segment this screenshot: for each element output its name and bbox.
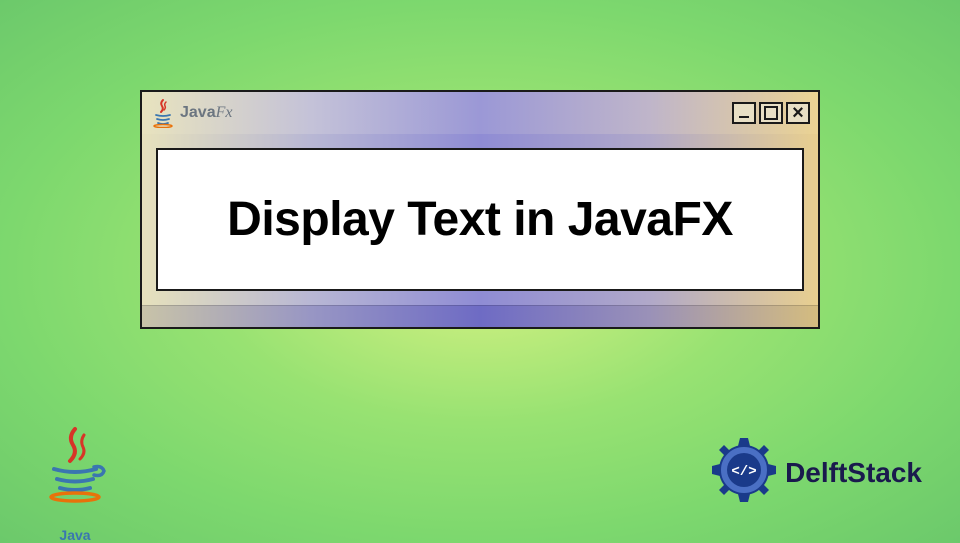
java-logo-label: Java (40, 527, 110, 543)
delftstack-label: DelftStack (785, 457, 922, 489)
content-panel: Display Text in JavaFX (156, 148, 804, 291)
maximize-button[interactable] (759, 102, 783, 124)
display-text: Display Text in JavaFX (188, 192, 772, 247)
java-icon (150, 98, 176, 128)
window-body: Display Text in JavaFX (142, 134, 818, 305)
svg-text:</>: </> (731, 464, 756, 480)
window-bottom-bar (142, 305, 818, 327)
window-controls (732, 102, 810, 124)
delftstack-gear-icon: </> (709, 435, 779, 510)
titlebar-app-identity: JavaFx (150, 98, 232, 128)
app-title: JavaFx (180, 104, 232, 122)
window-titlebar[interactable]: JavaFx (142, 92, 818, 134)
minimize-button[interactable] (732, 102, 756, 124)
close-button[interactable] (786, 102, 810, 124)
application-window: JavaFx Display Text in JavaFX (140, 90, 820, 329)
delftstack-logo: </> DelftStack (709, 435, 922, 510)
java-logo: Java (40, 425, 110, 520)
